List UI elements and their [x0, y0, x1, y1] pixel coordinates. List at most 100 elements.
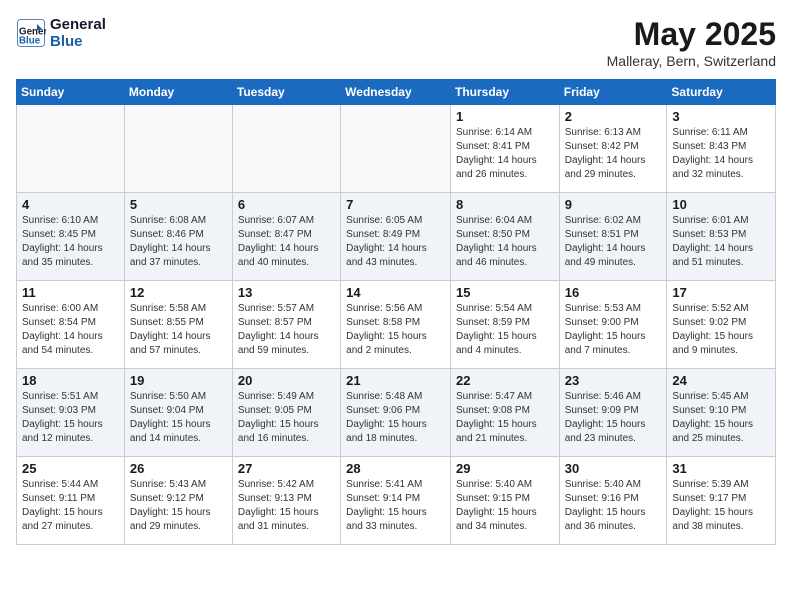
calendar-week-row: 18 Sunrise: 5:51 AM Sunset: 9:03 PM Dayli… [17, 369, 776, 457]
day-info: Sunrise: 6:02 AM Sunset: 8:51 PM Dayligh… [565, 214, 662, 270]
calendar-cell [232, 105, 340, 193]
calendar-cell: 17 Sunrise: 5:52 AM Sunset: 9:02 PM Dayli… [667, 281, 776, 369]
day-info: Sunrise: 6:10 AM Sunset: 8:45 PM Dayligh… [22, 214, 119, 270]
calendar-cell: 2 Sunrise: 6:13 AM Sunset: 8:42 PM Daylig… [559, 105, 667, 193]
day-number: 31 [672, 461, 770, 476]
weekday-header-row: SundayMondayTuesdayWednesdayThursdayFrid… [17, 80, 776, 105]
weekday-header: Monday [124, 80, 232, 105]
calendar-week-row: 4 Sunrise: 6:10 AM Sunset: 8:45 PM Daylig… [17, 193, 776, 281]
logo-line1: General [50, 16, 106, 33]
day-info: Sunrise: 6:11 AM Sunset: 8:43 PM Dayligh… [672, 126, 770, 182]
day-number: 26 [130, 461, 227, 476]
day-number: 24 [672, 373, 770, 388]
day-info: Sunrise: 6:04 AM Sunset: 8:50 PM Dayligh… [456, 214, 554, 270]
weekday-header: Saturday [667, 80, 776, 105]
day-number: 2 [565, 109, 662, 124]
day-number: 4 [22, 197, 119, 212]
day-number: 21 [346, 373, 445, 388]
day-number: 9 [565, 197, 662, 212]
calendar-cell: 11 Sunrise: 6:00 AM Sunset: 8:54 PM Dayli… [17, 281, 125, 369]
day-number: 23 [565, 373, 662, 388]
day-info: Sunrise: 5:45 AM Sunset: 9:10 PM Dayligh… [672, 390, 770, 446]
calendar-cell: 1Sunrise: 6:14 AM Sunset: 8:41 PM Daylig… [450, 105, 559, 193]
calendar-cell: 21Sunrise: 5:48 AM Sunset: 9:06 PM Dayli… [341, 369, 451, 457]
day-number: 13 [238, 285, 335, 300]
day-info: Sunrise: 5:51 AM Sunset: 9:03 PM Dayligh… [22, 390, 119, 446]
calendar-week-row: 1Sunrise: 6:14 AM Sunset: 8:41 PM Daylig… [17, 105, 776, 193]
weekday-header: Thursday [450, 80, 559, 105]
day-number: 10 [672, 197, 770, 212]
calendar-cell: 16 Sunrise: 5:53 AM Sunset: 9:00 PM Dayli… [559, 281, 667, 369]
day-number: 15 [456, 285, 554, 300]
calendar-cell: 5 Sunrise: 6:08 AM Sunset: 8:46 PM Daylig… [124, 193, 232, 281]
calendar-cell: 28Sunrise: 5:41 AM Sunset: 9:14 PM Dayli… [341, 457, 451, 545]
day-info: Sunrise: 6:07 AM Sunset: 8:47 PM Dayligh… [238, 214, 335, 270]
calendar-cell [17, 105, 125, 193]
title-block: May 2025 Malleray, Bern, Switzerland [607, 16, 776, 69]
day-number: 8 [456, 197, 554, 212]
month-title: May 2025 [607, 16, 776, 53]
day-info: Sunrise: 5:47 AM Sunset: 9:08 PM Dayligh… [456, 390, 554, 446]
day-number: 7 [346, 197, 445, 212]
calendar-cell: 31Sunrise: 5:39 AM Sunset: 9:17 PM Dayli… [667, 457, 776, 545]
calendar-cell: 23Sunrise: 5:46 AM Sunset: 9:09 PM Dayli… [559, 369, 667, 457]
weekday-header: Wednesday [341, 80, 451, 105]
calendar-cell: 29Sunrise: 5:40 AM Sunset: 9:15 PM Dayli… [450, 457, 559, 545]
calendar-cell: 26 Sunrise: 5:43 AM Sunset: 9:12 PM Dayli… [124, 457, 232, 545]
calendar-cell: 19Sunrise: 5:50 AM Sunset: 9:04 PM Dayli… [124, 369, 232, 457]
day-number: 17 [672, 285, 770, 300]
day-number: 18 [22, 373, 119, 388]
day-number: 11 [22, 285, 119, 300]
day-info: Sunrise: 5:56 AM Sunset: 8:58 PM Dayligh… [346, 302, 445, 358]
calendar-table: SundayMondayTuesdayWednesdayThursdayFrid… [16, 79, 776, 545]
day-number: 14 [346, 285, 445, 300]
day-number: 12 [130, 285, 227, 300]
day-info: Sunrise: 6:13 AM Sunset: 8:42 PM Dayligh… [565, 126, 662, 182]
weekday-header: Tuesday [232, 80, 340, 105]
logo-line2: Blue [50, 33, 106, 50]
weekday-header: Sunday [17, 80, 125, 105]
day-number: 6 [238, 197, 335, 212]
day-number: 29 [456, 461, 554, 476]
day-number: 25 [22, 461, 119, 476]
day-number: 16 [565, 285, 662, 300]
day-info: Sunrise: 5:44 AM Sunset: 9:11 PM Dayligh… [22, 478, 119, 534]
calendar-cell: 12Sunrise: 5:58 AM Sunset: 8:55 PM Dayli… [124, 281, 232, 369]
day-number: 20 [238, 373, 335, 388]
day-info: Sunrise: 5:40 AM Sunset: 9:16 PM Dayligh… [565, 478, 662, 534]
day-info: Sunrise: 5:49 AM Sunset: 9:05 PM Dayligh… [238, 390, 335, 446]
day-number: 19 [130, 373, 227, 388]
day-number: 5 [130, 197, 227, 212]
day-info: Sunrise: 6:08 AM Sunset: 8:46 PM Dayligh… [130, 214, 227, 270]
calendar-cell [124, 105, 232, 193]
calendar-cell: 13 Sunrise: 5:57 AM Sunset: 8:57 PM Dayli… [232, 281, 340, 369]
page-header: General Blue General Blue May 2025 Malle… [16, 16, 776, 69]
calendar-cell: 30Sunrise: 5:40 AM Sunset: 9:16 PM Dayli… [559, 457, 667, 545]
day-info: Sunrise: 5:57 AM Sunset: 8:57 PM Dayligh… [238, 302, 335, 358]
day-info: Sunrise: 5:52 AM Sunset: 9:02 PM Dayligh… [672, 302, 770, 358]
calendar-cell: 3Sunrise: 6:11 AM Sunset: 8:43 PM Daylig… [667, 105, 776, 193]
calendar-cell: 4 Sunrise: 6:10 AM Sunset: 8:45 PM Daylig… [17, 193, 125, 281]
calendar-cell: 15 Sunrise: 5:54 AM Sunset: 8:59 PM Dayli… [450, 281, 559, 369]
day-info: Sunrise: 6:05 AM Sunset: 8:49 PM Dayligh… [346, 214, 445, 270]
day-number: 27 [238, 461, 335, 476]
calendar-cell: 9 Sunrise: 6:02 AM Sunset: 8:51 PM Daylig… [559, 193, 667, 281]
calendar-cell: 14 Sunrise: 5:56 AM Sunset: 8:58 PM Dayli… [341, 281, 451, 369]
svg-text:Blue: Blue [19, 36, 41, 47]
day-number: 1 [456, 109, 554, 124]
calendar-cell: 25 Sunrise: 5:44 AM Sunset: 9:11 PM Dayli… [17, 457, 125, 545]
day-info: Sunrise: 5:53 AM Sunset: 9:00 PM Dayligh… [565, 302, 662, 358]
day-info: Sunrise: 6:01 AM Sunset: 8:53 PM Dayligh… [672, 214, 770, 270]
weekday-header: Friday [559, 80, 667, 105]
day-info: Sunrise: 5:54 AM Sunset: 8:59 PM Dayligh… [456, 302, 554, 358]
calendar-week-row: 11 Sunrise: 6:00 AM Sunset: 8:54 PM Dayli… [17, 281, 776, 369]
location: Malleray, Bern, Switzerland [607, 53, 776, 69]
calendar-cell: 20 Sunrise: 5:49 AM Sunset: 9:05 PM Dayli… [232, 369, 340, 457]
calendar-week-row: 25 Sunrise: 5:44 AM Sunset: 9:11 PM Dayli… [17, 457, 776, 545]
calendar-cell: 18 Sunrise: 5:51 AM Sunset: 9:03 PM Dayli… [17, 369, 125, 457]
logo-icon: General Blue [16, 18, 46, 48]
calendar-cell: 8 Sunrise: 6:04 AM Sunset: 8:50 PM Daylig… [450, 193, 559, 281]
day-info: Sunrise: 6:00 AM Sunset: 8:54 PM Dayligh… [22, 302, 119, 358]
day-info: Sunrise: 5:43 AM Sunset: 9:12 PM Dayligh… [130, 478, 227, 534]
calendar-cell: 24 Sunrise: 5:45 AM Sunset: 9:10 PM Dayli… [667, 369, 776, 457]
